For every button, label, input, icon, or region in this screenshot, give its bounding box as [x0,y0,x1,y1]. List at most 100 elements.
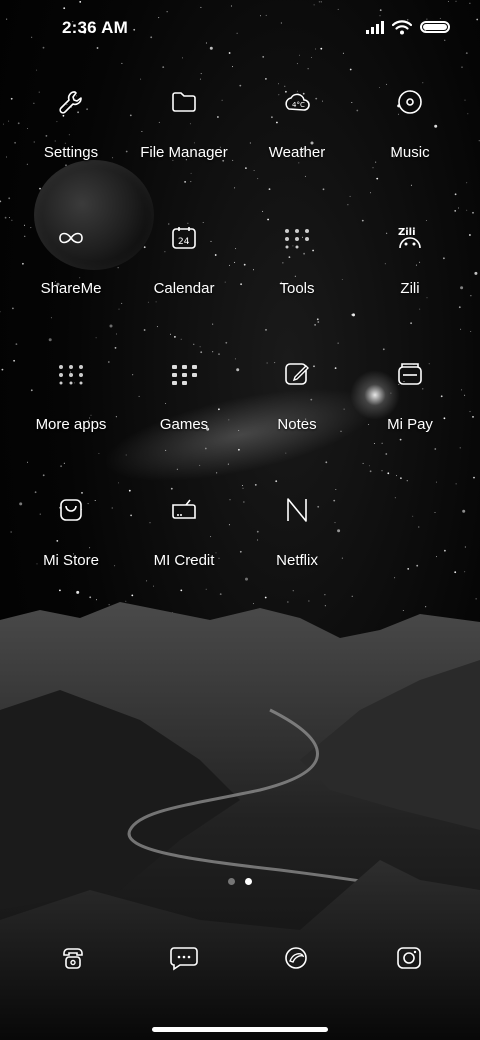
star [299,54,300,56]
star [27,461,28,463]
folder-grid-icon [59,365,83,385]
star [454,571,457,574]
star [470,331,472,332]
app-label: Tools [279,280,315,297]
star [8,197,11,200]
netflix-n-icon [287,498,307,522]
star [225,341,228,344]
home-indicator-bar[interactable] [152,1027,328,1032]
app-label: MI Credit [153,552,215,569]
star [199,346,201,348]
star [257,178,259,180]
app-calendar[interactable]: 24 Calendar [124,216,244,297]
signal-icon [366,20,384,34]
star [212,323,214,325]
star [275,480,278,483]
star [375,161,377,163]
star [265,329,267,331]
battery-icon [420,21,450,33]
app-mi-pay[interactable]: Mi Pay [350,352,470,433]
star [349,68,352,71]
dock-browser[interactable] [236,936,356,980]
app-label: Music [390,144,430,161]
star [0,200,2,203]
app-zili[interactable]: Zili Zili [350,216,470,297]
app-mi-store[interactable]: Mi Store [11,488,131,569]
star [455,483,457,485]
star [466,182,468,184]
star [466,209,468,211]
zili-icon: Zili [398,227,421,249]
star [109,324,113,328]
app-label: Zili [400,280,420,297]
star [376,177,379,180]
app-folder-more-apps[interactable]: More apps [11,352,131,433]
star [444,549,446,552]
bag-icon [60,499,82,521]
star [184,181,187,183]
app-label: Settings [43,144,99,161]
star [418,526,420,528]
star [262,210,264,212]
star [349,195,351,197]
star [407,568,410,570]
dock-messages[interactable] [124,936,244,980]
star [368,465,370,467]
calendar-icon: 24 [172,227,196,249]
weather-icon: 4°C [285,93,310,111]
app-label: Mi Store [43,552,99,569]
star [143,329,146,331]
page-dot-active[interactable] [245,878,252,885]
star [370,192,371,194]
app-mi-credit[interactable]: MI Credit [124,488,244,569]
star [459,447,461,449]
star [454,193,457,196]
dock-phone[interactable] [13,936,133,980]
star [382,348,385,351]
app-label: More apps [35,416,107,433]
folder-icon [172,92,196,112]
star [322,188,325,191]
app-shareme[interactable]: ShareMe [11,216,131,297]
app-weather[interactable]: 4°C Weather [237,80,357,161]
star [454,210,457,212]
star [182,57,183,59]
star [1,368,4,371]
page-dot[interactable] [228,878,235,885]
star [3,123,4,125]
star [156,326,158,328]
star [95,337,97,339]
disc-icon [398,90,422,114]
app-file-manager[interactable]: File Manager [124,80,244,161]
star [351,314,353,316]
star [419,308,421,310]
app-settings[interactable]: Settings [11,80,131,161]
svg-text:4°C: 4°C [292,101,305,109]
app-folder-tools[interactable]: Tools [237,216,357,297]
browser-icon [285,947,307,969]
wifi-icon [392,20,412,35]
star [434,512,436,513]
app-label: Netflix [276,552,318,569]
app-netflix[interactable]: Netflix [237,488,357,569]
app-music[interactable]: Music [350,80,470,161]
star [381,470,383,472]
star [174,336,176,338]
star [352,313,355,317]
star [458,306,461,309]
app-notes[interactable]: Notes [237,352,357,433]
wrench-icon [59,91,82,114]
star [162,66,165,68]
star [4,216,7,219]
app-folder-games[interactable]: Games [124,352,244,433]
clock: 2:36 AM [62,18,128,37]
message-icon [170,947,198,971]
star [232,66,233,68]
star [42,474,45,477]
folder-grid-icon [172,365,197,385]
credit-icon [172,499,196,519]
star [436,556,437,558]
star [470,295,472,297]
star [0,311,1,313]
dock-camera[interactable] [349,936,469,980]
